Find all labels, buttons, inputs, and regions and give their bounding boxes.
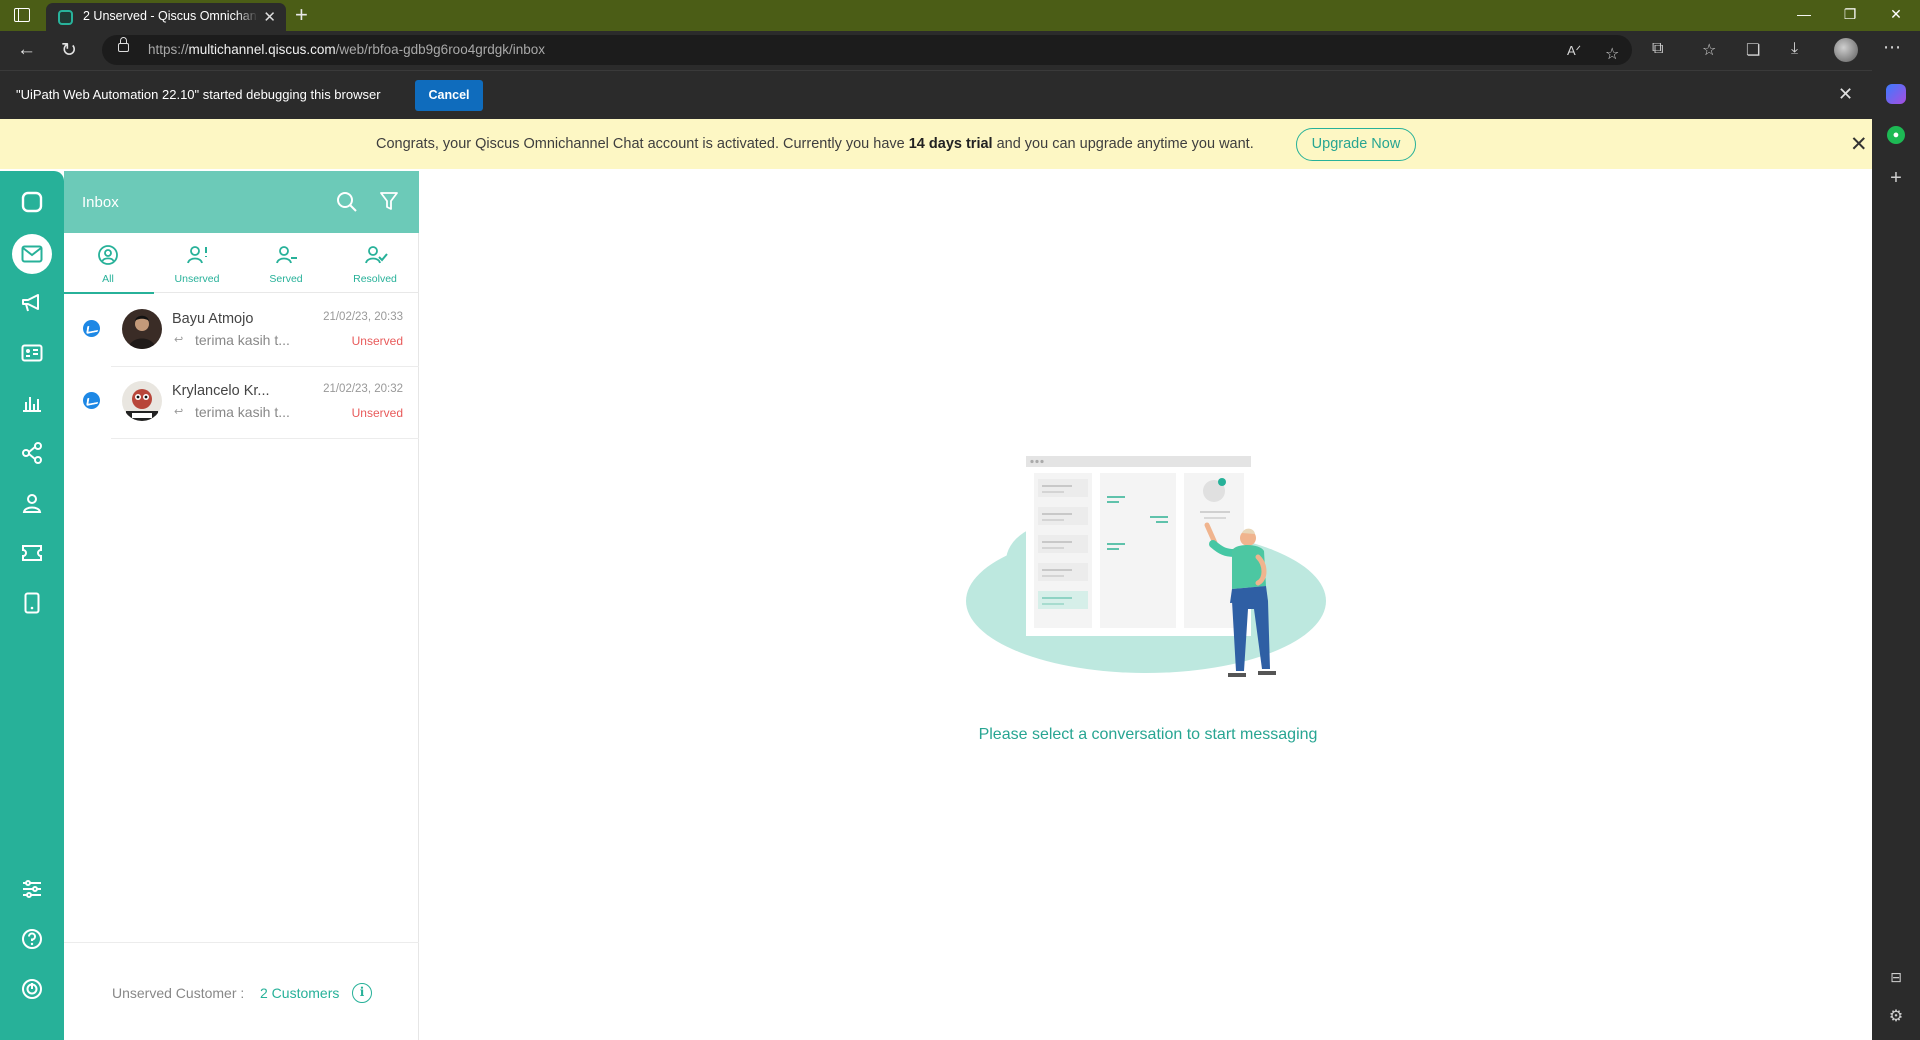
inbox-tabs: All Unserved Served Resolved: [64, 233, 419, 294]
integration-icon[interactable]: [20, 441, 44, 465]
sidebar-settings-icon[interactable]: ⚙: [1886, 1007, 1906, 1027]
unserved-customer-label: Unserved Customer :: [112, 985, 245, 1001]
edge-sidebar: ● + ⊟ ⚙: [1872, 70, 1920, 1040]
avatar: [122, 381, 162, 421]
analytics-icon[interactable]: [20, 391, 44, 415]
conversation-area: Please select a conversation to start me…: [420, 171, 1872, 1040]
trial-banner: Congrats, your Qiscus Omnichannel Chat a…: [0, 119, 1872, 169]
inbox-header: Inbox: [64, 171, 419, 233]
tab-title: 2 Unserved - Qiscus Omnichannel Chat: [83, 9, 258, 23]
message-preview: terima kasih t...: [195, 332, 290, 348]
close-window-button[interactable]: ✕: [1886, 6, 1906, 23]
served-icon: [276, 246, 297, 264]
reply-icon: ↩: [174, 406, 184, 418]
agent-icon[interactable]: [20, 491, 44, 515]
tab-label: Resolved: [353, 273, 397, 285]
address-bar-row: ← ↻ https://multichannel.qiscus.com/web/…: [0, 31, 1920, 70]
filter-icon[interactable]: [380, 191, 398, 216]
tab-unserved[interactable]: Unserved: [153, 233, 241, 293]
collections-icon[interactable]: ❏: [1746, 40, 1760, 60]
debug-message: "UiPath Web Automation 22.10" started de…: [16, 87, 381, 102]
search-icon[interactable]: [336, 191, 358, 218]
tab-resolved[interactable]: Resolved: [331, 233, 419, 293]
banner-close-icon[interactable]: ✕: [1850, 132, 1868, 157]
reply-icon: ↩: [174, 334, 184, 346]
url-text[interactable]: https://multichannel.qiscus.com/web/rbfo…: [148, 42, 545, 57]
debug-cancel-button[interactable]: Cancel: [415, 80, 483, 111]
add-sidebar-app-icon[interactable]: +: [1886, 168, 1906, 188]
inbox-footer: Unserved Customer : 2 Customers i: [64, 942, 419, 1040]
tab-actions-icon[interactable]: [14, 8, 30, 22]
inbox-panel: Inbox All Unserved Served Resolved Bayu …: [64, 171, 419, 1040]
conversation-item[interactable]: Krylancelo Kr... 21/02/23, 20:32 ↩ terim…: [64, 367, 419, 439]
favorite-add-icon[interactable]: ☆: [1605, 44, 1619, 64]
active-tab-underline: [64, 292, 154, 294]
ticket-icon[interactable]: [20, 541, 44, 565]
help-icon[interactable]: [20, 927, 44, 951]
all-icon: [98, 245, 118, 265]
hide-sidebar-icon[interactable]: ⊟: [1886, 967, 1906, 987]
upgrade-now-button[interactable]: Upgrade Now: [1296, 128, 1416, 161]
minimize-button[interactable]: —: [1794, 6, 1814, 22]
more-menu-icon[interactable]: ⋯: [1883, 37, 1901, 58]
message-time: 21/02/23, 20:33: [323, 311, 403, 323]
profile-avatar[interactable]: [1834, 38, 1858, 62]
debug-close-icon[interactable]: ✕: [1838, 84, 1853, 105]
tab-label: All: [102, 273, 114, 285]
read-aloud-icon[interactable]: Aᐟ: [1567, 43, 1581, 59]
new-tab-button[interactable]: +: [295, 2, 308, 28]
power-icon[interactable]: [20, 977, 44, 1001]
empty-state-illustration: [966, 441, 1330, 716]
browser-title-bar: 2 Unserved - Qiscus Omnichannel Chat ✕ +…: [0, 0, 1920, 31]
tab-label: Unserved: [174, 273, 220, 285]
refresh-button[interactable]: ↻: [61, 39, 77, 62]
favicon-icon: [58, 10, 73, 25]
app-nav-rail: [0, 171, 64, 1040]
whatsapp-icon[interactable]: ●: [1887, 126, 1905, 144]
status-badge: Unserved: [351, 334, 403, 348]
trial-message: Congrats, your Qiscus Omnichannel Chat a…: [376, 136, 1254, 152]
conversation-item[interactable]: Bayu Atmojo 21/02/23, 20:33 ↩ terima kas…: [64, 295, 419, 367]
contact-name: Krylancelo Kr...: [172, 383, 270, 399]
chat-icon[interactable]: [20, 190, 44, 214]
lock-icon[interactable]: [118, 37, 129, 52]
contact-name: Bayu Atmojo: [172, 311, 254, 327]
downloads-icon[interactable]: ⤓: [1791, 40, 1798, 58]
inbox-icon[interactable]: [20, 242, 44, 266]
messenger-icon: [83, 392, 100, 409]
tab-label: Served: [269, 273, 303, 285]
divider: [111, 438, 419, 439]
unserved-customer-count[interactable]: 2 Customers: [260, 985, 339, 1001]
message-time: 21/02/23, 20:32: [323, 383, 403, 395]
inbox-title: Inbox: [82, 194, 119, 211]
browser-tab[interactable]: 2 Unserved - Qiscus Omnichannel Chat ✕: [46, 3, 286, 31]
tab-all[interactable]: All: [64, 233, 154, 294]
restore-button[interactable]: ❐: [1840, 6, 1860, 23]
back-button[interactable]: ←: [17, 39, 36, 61]
mobile-icon[interactable]: [20, 591, 44, 615]
address-bar[interactable]: https://multichannel.qiscus.com/web/rbfo…: [102, 35, 1632, 65]
tab-served[interactable]: Served: [242, 233, 330, 293]
tab-close-icon[interactable]: ✕: [263, 8, 276, 26]
messenger-icon: [83, 320, 100, 337]
resolved-icon: [365, 246, 388, 264]
settings-icon[interactable]: [20, 877, 44, 901]
broadcast-icon[interactable]: [20, 291, 44, 315]
status-badge: Unserved: [351, 406, 403, 420]
empty-state-message: Please select a conversation to start me…: [978, 726, 1318, 743]
info-icon[interactable]: i: [352, 983, 372, 1003]
copilot-icon[interactable]: [1886, 84, 1906, 104]
extensions-icon[interactable]: ⧉: [1652, 40, 1663, 58]
message-preview: terima kasih t...: [195, 404, 290, 420]
favorites-icon[interactable]: ☆: [1702, 40, 1716, 60]
debug-infobar: "UiPath Web Automation 22.10" started de…: [0, 70, 1872, 119]
avatar: [122, 309, 162, 349]
unserved-icon: [187, 246, 207, 264]
contacts-icon[interactable]: [20, 341, 44, 365]
